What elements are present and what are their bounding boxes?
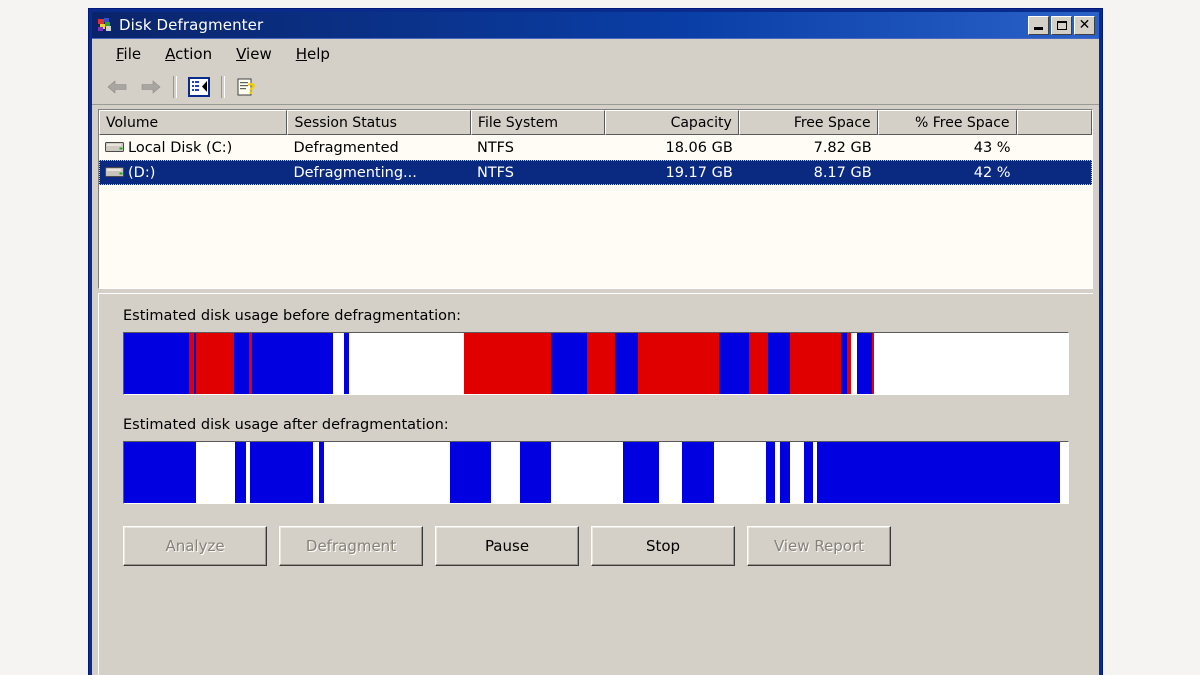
view-report-button: View Report [747, 526, 891, 566]
menu-item-view[interactable]: View [224, 42, 284, 66]
cell-free-space: 7.82 GB [813, 139, 872, 156]
cell-percent-free: 43 % [973, 139, 1011, 156]
close-button[interactable]: ✕ [1074, 15, 1095, 35]
toolbar: ? [92, 70, 1099, 105]
usage-band [124, 333, 190, 394]
usage-band [332, 333, 344, 394]
usage-band [659, 442, 682, 503]
column-header-volume[interactable]: Volume [99, 110, 288, 135]
before-defrag-graph [123, 332, 1069, 395]
back-arrow-icon[interactable] [100, 72, 134, 102]
usage-band [1060, 442, 1068, 503]
column-header-free-space[interactable]: % Free Space [877, 110, 1017, 135]
menu-item-file[interactable]: File [104, 42, 153, 66]
hard-disk-icon [105, 141, 125, 154]
usage-band [550, 333, 587, 394]
table-row[interactable]: Local Disk (C:) Defragmented NTFS 18.06 GB 7… [99, 135, 1092, 160]
cell-session-status: Defragmented [293, 139, 399, 156]
usage-band [614, 333, 639, 394]
window-title: Disk Defragmenter [119, 16, 264, 34]
usage-band [803, 442, 814, 503]
usage-band [195, 442, 236, 503]
forward-arrow-icon[interactable] [134, 72, 168, 102]
usage-band [520, 442, 551, 503]
window-client-area: File Action View Help ? Volume Session S… [92, 38, 1099, 675]
toolbar-separator [173, 76, 177, 98]
title-bar[interactable]: Disk Defragmenter ✕ [92, 12, 1099, 38]
column-header-session-status[interactable]: Session Status [287, 110, 471, 135]
action-buttons: Analyze Defragment Pause Stop View Report [123, 526, 1069, 566]
before-graph-label: Estimated disk usage before defragmentat… [123, 308, 462, 324]
usage-band [491, 442, 521, 503]
usage-band [252, 333, 333, 394]
cell-session-status: Defragmenting... [293, 164, 417, 181]
defragment-button: Defragment [279, 526, 423, 566]
analyze-button: Analyze [123, 526, 267, 566]
usage-band [235, 442, 246, 503]
usage-band [623, 442, 660, 503]
usage-band [714, 442, 766, 503]
usage-band [681, 442, 714, 503]
cell-capacity: 18.06 GB [665, 139, 733, 156]
usage-band [312, 442, 320, 503]
disk-defragmenter-window: Disk Defragmenter ✕ File Action View Hel… [88, 8, 1103, 675]
svg-text:?: ? [247, 80, 256, 97]
volume-list-rows: Local Disk (C:) Defragmented NTFS 18.06 GB 7… [99, 135, 1092, 288]
table-row[interactable]: (D:) Defragmenting... NTFS 19.17 GB 8.17 GB 4… [99, 160, 1092, 185]
usage-band [195, 333, 235, 394]
cell-percent-free: 42 % [973, 164, 1011, 181]
cell-file-system: NTFS [476, 139, 514, 156]
usage-band [856, 333, 872, 394]
help-icon[interactable]: ? [230, 72, 264, 102]
menu-item-action[interactable]: Action [153, 42, 224, 66]
usage-band [124, 442, 196, 503]
usage-band [249, 442, 313, 503]
stop-button[interactable]: Stop [591, 526, 735, 566]
usage-band [790, 333, 842, 394]
minimize-button[interactable] [1028, 15, 1049, 35]
cell-file-system: NTFS [476, 164, 514, 181]
volume-list-header: Volume Session Status File System Capacity F… [99, 110, 1092, 135]
hard-disk-icon [105, 166, 125, 179]
usage-band [748, 333, 768, 394]
usage-band [324, 442, 450, 503]
column-header-capacity[interactable]: Capacity [604, 110, 739, 135]
usage-band [638, 333, 719, 394]
column-header-file-system[interactable]: File System [470, 110, 605, 135]
column-header-blank[interactable] [1016, 110, 1092, 135]
usage-band [234, 333, 249, 394]
cell-volume: (D:) [99, 165, 287, 181]
volume-label: Local Disk (C:) [128, 139, 233, 156]
after-graph-label: Estimated disk usage after defragmentati… [123, 417, 449, 433]
usage-band [789, 442, 804, 503]
usage-band [348, 333, 464, 394]
usage-band [765, 442, 776, 503]
column-header-free-space[interactable]: Free Space [738, 110, 878, 135]
caption-buttons: ✕ [1028, 15, 1095, 35]
pause-button[interactable]: Pause [435, 526, 579, 566]
volume-list[interactable]: Volume Session Status File System Capacity F… [98, 109, 1093, 289]
cell-free-space: 8.17 GB [813, 164, 872, 181]
toolbar-separator [221, 76, 225, 98]
usage-band [550, 442, 624, 503]
maximize-button[interactable] [1051, 15, 1072, 35]
defrag-icon [96, 16, 114, 34]
usage-band [586, 333, 615, 394]
cell-capacity: 19.17 GB [665, 164, 733, 181]
usage-band [816, 442, 1061, 503]
menu-bar: File Action View Help [92, 39, 1099, 70]
defrag-panel: Estimated disk usage before defragmentat… [98, 293, 1093, 675]
menu-item-help[interactable]: Help [284, 42, 342, 66]
usage-band [767, 333, 791, 394]
volume-label: (D:) [128, 164, 156, 181]
cell-volume: Local Disk (C:) [99, 140, 287, 156]
show-console-tree-icon[interactable] [182, 72, 216, 102]
usage-band [780, 442, 790, 503]
after-defrag-graph [123, 441, 1069, 504]
usage-band [874, 333, 1068, 394]
usage-band [449, 442, 492, 503]
usage-band [718, 333, 749, 394]
usage-band [463, 333, 551, 394]
